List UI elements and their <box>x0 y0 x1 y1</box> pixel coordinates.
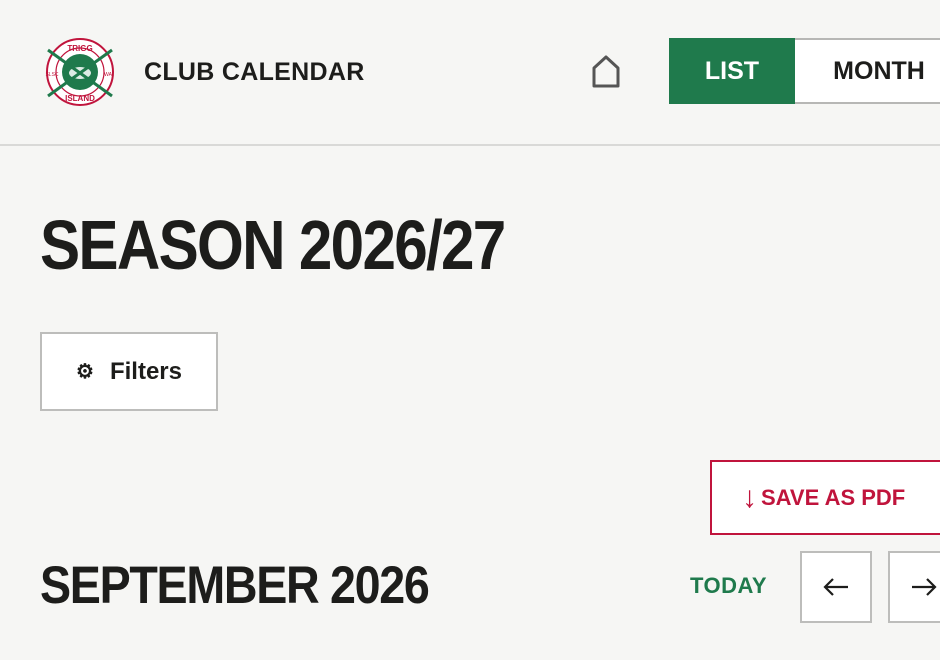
home-icon[interactable] <box>590 54 622 88</box>
month-heading: SEPTEMBER 2026 <box>40 556 430 615</box>
logo-top-text: TRIGG <box>67 44 92 53</box>
view-toggle: LIST MONTH <box>669 38 940 108</box>
download-arrow-icon: ↓ <box>742 480 757 514</box>
logo-left-text: SLSC <box>45 72 58 78</box>
today-link[interactable]: TODAY <box>690 573 767 599</box>
filters-button[interactable]: ⚙ Filters <box>40 332 218 411</box>
next-month-button[interactable] <box>888 551 940 623</box>
arrow-right-icon <box>912 578 937 596</box>
month-view-button[interactable]: MONTH <box>795 38 940 104</box>
list-view-button[interactable]: LIST <box>669 38 795 104</box>
club-calendar-title[interactable]: CLUB CALENDAR <box>144 58 365 87</box>
arrow-left-icon <box>823 578 848 596</box>
page-title: SEASON 2026/27 <box>40 206 506 284</box>
gear-icon: ⚙ <box>76 361 94 383</box>
site-header: TRIGG ISLAND SLSC WA CLUB CALENDAR LIST … <box>0 0 940 146</box>
logo-right-text: WA <box>104 72 113 78</box>
previous-month-button[interactable] <box>800 551 872 623</box>
logo-bottom-text: ISLAND <box>65 94 95 103</box>
club-logo[interactable]: TRIGG ISLAND SLSC WA <box>42 38 118 110</box>
filters-label: Filters <box>109 357 182 385</box>
save-as-pdf-button[interactable]: ↓ SAVE AS PDF <box>710 460 940 535</box>
save-as-pdf-label: SAVE AS PDF <box>761 484 906 510</box>
